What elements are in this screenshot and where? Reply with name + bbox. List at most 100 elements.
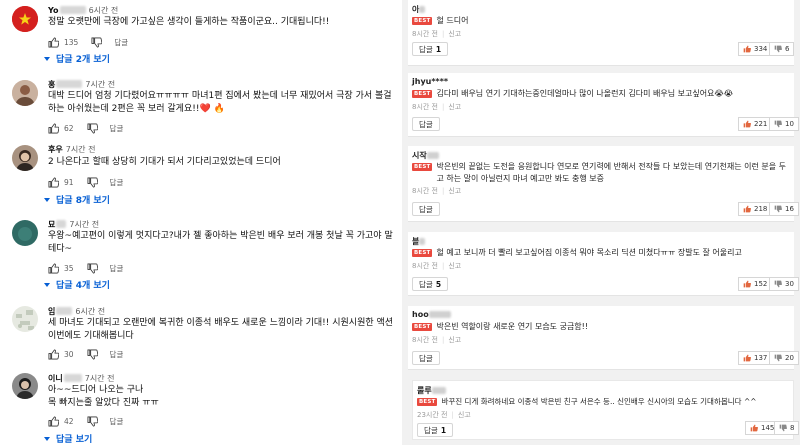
comment-meta: 8시간 전 | 신고: [412, 30, 462, 38]
view-replies-button[interactable]: 답글 2개 보기: [44, 52, 110, 65]
reply-button[interactable]: 답글: [412, 351, 440, 365]
comment-author[interactable]: 임 6시간 전: [48, 306, 105, 317]
view-replies-button[interactable]: 답글 보기: [44, 432, 92, 445]
reply-button[interactable]: 답글: [110, 177, 124, 188]
reply-button[interactable]: 답글: [110, 349, 124, 360]
comment-author[interactable]: 후우 7시간 전: [48, 144, 95, 155]
youtube-comments-panel: Yo 6시간 전 정말 오랫만에 극장에 가고싶은 생각이 들게하는 작품이군요.…: [0, 0, 402, 445]
like-count: 135: [64, 37, 79, 47]
dislike-button[interactable]: 6: [769, 42, 795, 56]
screen: Yo 6시간 전 정말 오랫만에 극장에 가고싶은 생각이 들게하는 작품이군요.…: [0, 0, 800, 445]
thumbs-up-icon[interactable]: [48, 263, 59, 274]
reply-button[interactable]: 답글: [110, 123, 124, 134]
comment-author[interactable]: hoo: [412, 310, 451, 319]
thumbs-down-icon[interactable]: [87, 177, 98, 188]
dislike-button[interactable]: 10: [769, 117, 799, 131]
comment-author[interactable]: 블: [412, 236, 426, 247]
like-button[interactable]: 137: [738, 351, 773, 365]
comment-author[interactable]: jhyu****: [412, 77, 448, 86]
avatar[interactable]: [12, 145, 38, 171]
reply-button[interactable]: 답글: [412, 117, 440, 131]
dislike-button[interactable]: 20: [769, 351, 799, 365]
reply-button[interactable]: 답글 5: [412, 277, 449, 291]
comment-text: 아~~드디어 나오는 구나 목 빠지는줄 알았다 진짜 ㅠㅠ: [48, 385, 159, 408]
comment-text: 2 나온다고 할때 상당히 기대가 되서 기다리고있었는데 드디어: [48, 157, 281, 167]
comment-actions: 30 답글: [48, 347, 123, 361]
avatar[interactable]: [12, 220, 38, 246]
comment-author[interactable]: 이니 7시간 전: [48, 373, 114, 384]
comment-text: 헐 예고 보니까 더 빨리 보고싶어짐 이종석 뭐야 목소리 딕션 미쳤다ㅠㅠ …: [436, 248, 742, 257]
comment-time[interactable]: 6시간 전: [89, 6, 119, 15]
reply-button[interactable]: 답글 1: [417, 423, 454, 437]
dislike-button[interactable]: 16: [769, 202, 799, 216]
comment-time[interactable]: 7시간 전: [85, 374, 115, 383]
comment-body: BEST 박은빈의 끝없는 도전을 응원합니다 연모로 연기력에 반해서 전작들 …: [412, 161, 790, 185]
comment-text: 박은빈 역할이랑 새로운 연기 모습도 궁금함!!: [436, 322, 589, 331]
best-badge: BEST: [417, 398, 438, 406]
like-button[interactable]: 221: [738, 117, 773, 131]
best-badge: BEST: [412, 17, 433, 25]
comment-time[interactable]: 7시간 전: [85, 80, 115, 89]
comment-body: BEST 헐 드디어: [412, 15, 790, 27]
thumbs-up-icon[interactable]: [48, 37, 59, 48]
reply-button[interactable]: 답글: [114, 37, 128, 48]
thumbs-down-icon[interactable]: [87, 416, 98, 427]
avatar[interactable]: [12, 373, 38, 399]
comment-actions: 35 답글: [48, 261, 123, 275]
thumbs-down-icon[interactable]: [91, 37, 103, 48]
like-button[interactable]: 152: [738, 277, 773, 291]
view-replies-button[interactable]: 답글 4개 보기: [44, 278, 110, 291]
plain-avatar-icon: [12, 220, 38, 246]
reply-button[interactable]: 답글: [412, 202, 440, 216]
comment-text: 헐 드디어: [436, 16, 469, 25]
chevron-down-icon: [44, 282, 50, 287]
comment-text: 세 마녀도 기대되고 오랜만에 복귀한 이종석 배우도 새로운 느낌이라 기대!…: [48, 318, 394, 341]
report-link[interactable]: 신고: [448, 336, 461, 344]
report-link[interactable]: 신고: [448, 30, 461, 38]
comment-author[interactable]: 룰루: [417, 385, 446, 396]
report-link[interactable]: 신고: [448, 262, 461, 270]
thumbs-down-icon[interactable]: [87, 263, 98, 274]
best-badge: BEST: [412, 249, 433, 257]
thumbs-up-icon: [743, 280, 751, 288]
thumbs-up-icon[interactable]: [48, 416, 59, 427]
best-badge: BEST: [412, 163, 433, 171]
comment-text: 대박 드디어 엄청 기다렸어요ㅠㅠㅠㅠ 마녀1편 집에서 봤는데 너무 재밌어서…: [48, 91, 392, 114]
like-button[interactable]: 334: [738, 42, 773, 56]
avatar[interactable]: [12, 6, 38, 32]
like-button[interactable]: 218: [738, 202, 773, 216]
view-replies-button[interactable]: 답글 8개 보기: [44, 193, 110, 206]
thumbs-down-icon[interactable]: [87, 349, 98, 360]
reply-count: 5: [435, 279, 442, 289]
comment-author[interactable]: 아: [412, 4, 426, 15]
comment-time: 8시간 전: [412, 30, 438, 38]
comment-time: 8시간 전: [412, 262, 438, 270]
thumbs-down-icon[interactable]: [87, 123, 98, 134]
reply-button[interactable]: 답글: [110, 263, 124, 274]
report-link[interactable]: 신고: [448, 187, 461, 195]
reply-button[interactable]: 답글 1: [412, 42, 449, 56]
comment-actions: 135 답글: [48, 35, 128, 49]
dislike-button[interactable]: 8: [774, 421, 800, 435]
like-count: 30: [64, 349, 74, 359]
thumbs-up-icon[interactable]: [48, 123, 59, 134]
comment-text: 박은빈의 끝없는 도전을 응원합니다 연모로 연기력에 반해서 전작들 다 보았…: [436, 162, 787, 183]
comment-author[interactable]: 시작: [412, 150, 439, 161]
reply-count: 1: [435, 44, 442, 54]
report-link[interactable]: 신고: [448, 103, 461, 111]
thumbs-up-icon[interactable]: [48, 177, 59, 188]
reply-button[interactable]: 답글: [110, 416, 124, 427]
comment-author[interactable]: Yo 6시간 전: [48, 5, 118, 16]
comment-time[interactable]: 7시간 전: [66, 145, 96, 154]
report-link[interactable]: 신고: [458, 411, 471, 419]
comment-author[interactable]: 홍 7시간 전: [48, 79, 115, 90]
thumbs-up-icon[interactable]: [48, 349, 59, 360]
comment-author[interactable]: 묘 7시간 전: [48, 219, 99, 230]
avatar[interactable]: [12, 80, 38, 106]
comment-time[interactable]: 6시간 전: [75, 307, 105, 316]
chevron-down-icon: [44, 197, 50, 202]
dislike-button[interactable]: 30: [769, 277, 799, 291]
avatar[interactable]: [12, 306, 38, 332]
flag-avatar-icon: [12, 6, 38, 32]
comment-time[interactable]: 7시간 전: [69, 220, 99, 229]
